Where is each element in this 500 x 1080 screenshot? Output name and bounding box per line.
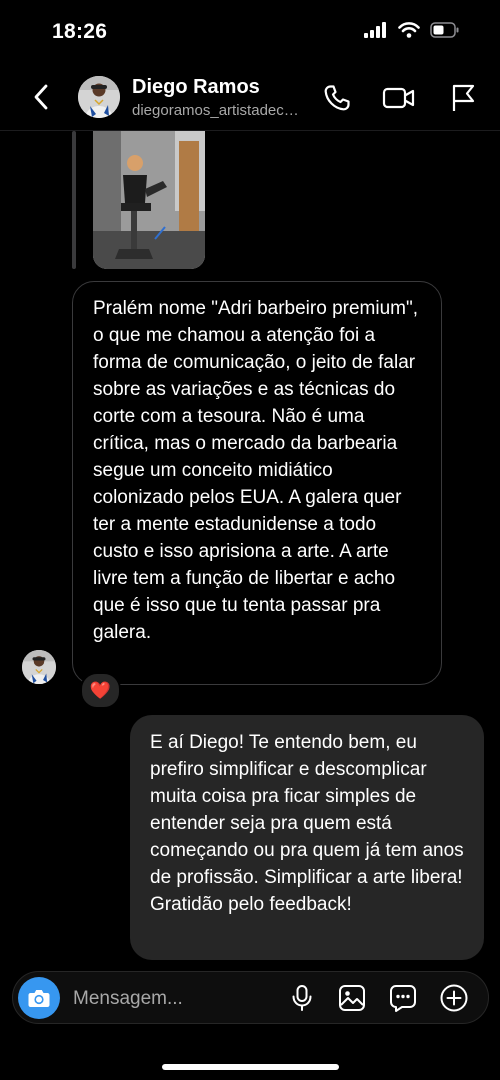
camera-icon bbox=[28, 990, 50, 1007]
avatar-image bbox=[78, 76, 120, 118]
battery-icon bbox=[430, 22, 459, 38]
heart-reaction[interactable]: ❤️ bbox=[80, 672, 121, 709]
back-icon bbox=[34, 84, 48, 110]
back-button[interactable] bbox=[24, 80, 58, 114]
flag-icon bbox=[452, 84, 475, 111]
shared-photo-image bbox=[93, 131, 205, 269]
chat-header: Diego Ramos diegoramos_artistadecortes bbox=[0, 64, 500, 131]
microphone-icon bbox=[292, 985, 312, 1011]
voice-message-button[interactable] bbox=[287, 983, 317, 1013]
avatar-image bbox=[22, 650, 56, 684]
sticker-button[interactable] bbox=[388, 983, 418, 1013]
phone-icon bbox=[324, 85, 350, 111]
audio-call-button[interactable] bbox=[320, 81, 354, 115]
plus-icon bbox=[440, 984, 468, 1012]
cellular-signal-icon bbox=[364, 22, 386, 38]
message-list[interactable]: Pralém nome "Adri barbeiro premium", o q… bbox=[0, 131, 500, 966]
video-call-icon bbox=[382, 87, 415, 109]
report-button[interactable] bbox=[446, 81, 480, 115]
reply-indicator-bar bbox=[72, 131, 76, 269]
gallery-icon bbox=[339, 985, 365, 1011]
video-call-button[interactable] bbox=[382, 81, 416, 115]
contact-name[interactable]: Diego Ramos bbox=[132, 76, 260, 99]
more-options-button[interactable] bbox=[439, 983, 469, 1013]
contact-avatar[interactable] bbox=[78, 76, 120, 118]
outgoing-message[interactable]: E aí Diego! Te entendo bem, eu prefiro s… bbox=[130, 715, 484, 960]
dm-screen: 18:26 Diego Ramos diegoramos_artistadeco… bbox=[0, 0, 500, 1080]
incoming-message[interactable]: Pralém nome "Adri barbeiro premium", o q… bbox=[72, 281, 442, 685]
status-icons bbox=[364, 22, 460, 38]
message-input[interactable] bbox=[71, 982, 235, 1016]
sender-avatar[interactable] bbox=[22, 650, 56, 684]
home-indicator bbox=[162, 1064, 339, 1070]
shared-photo[interactable] bbox=[93, 131, 205, 269]
wifi-icon bbox=[398, 22, 420, 38]
status-time: 18:26 bbox=[52, 20, 108, 43]
camera-button[interactable] bbox=[18, 977, 60, 1019]
status-bar: 18:26 bbox=[0, 0, 500, 64]
gallery-button[interactable] bbox=[337, 983, 367, 1013]
contact-username[interactable]: diegoramos_artistadecortes bbox=[132, 102, 307, 119]
message-composer bbox=[12, 971, 489, 1024]
sticker-icon bbox=[390, 985, 416, 1012]
